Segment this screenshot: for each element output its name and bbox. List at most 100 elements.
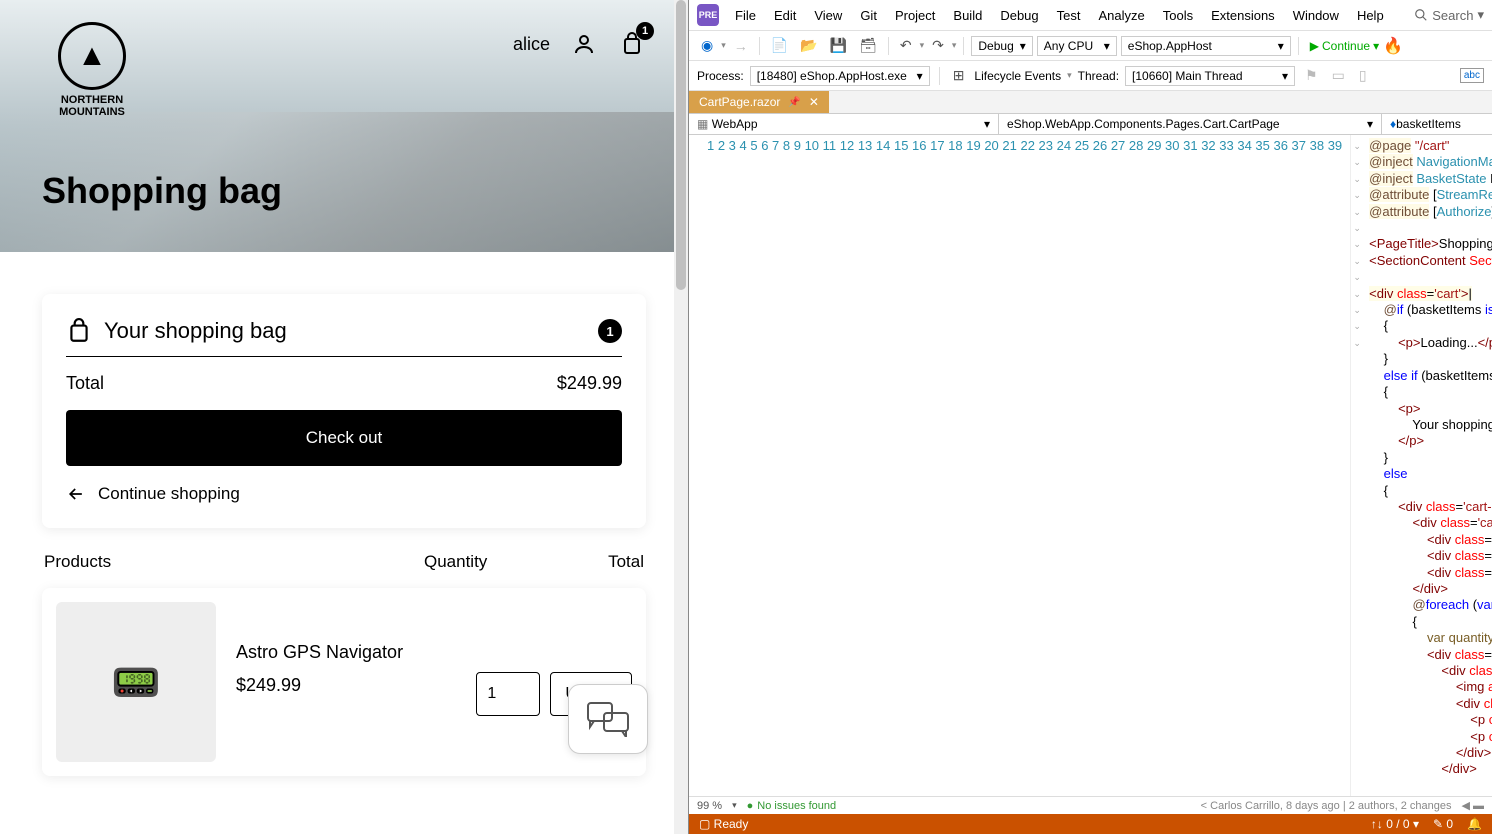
visual-studio-pane: PRE File Edit View Git Project Build Deb… xyxy=(688,0,1492,834)
continue-shopping-link[interactable]: Continue shopping xyxy=(66,484,622,504)
items-column-header: Products Quantity Total xyxy=(42,552,646,572)
editor-tab-bar: CartPage.razor 📌 ✕ xyxy=(689,91,1492,114)
issues-indicator[interactable]: ● No issues found xyxy=(747,800,837,812)
mountain-icon: ▲ xyxy=(58,22,126,90)
quantity-input[interactable] xyxy=(476,672,540,716)
col-quantity: Quantity xyxy=(424,552,564,572)
stack-icon[interactable]: ▭ xyxy=(1328,65,1349,86)
vs-status-bar: ▢ Ready ↑↓ 0 / 0 ▾ ✎ 0 🔔 xyxy=(689,814,1492,834)
scrollbar-thumb[interactable] xyxy=(676,0,686,290)
tab-label: CartPage.razor xyxy=(699,95,780,109)
account-icon[interactable] xyxy=(570,30,598,58)
pin-icon[interactable]: 📌 xyxy=(788,97,800,108)
menu-window[interactable]: Window xyxy=(1285,5,1347,26)
cart-count-badge: 1 xyxy=(636,22,654,40)
brand-text-1: NORTHERN xyxy=(61,94,123,106)
item-count-badge: 1 xyxy=(598,319,622,343)
line-number-gutter: 1 2 3 4 5 6 7 8 9 10 11 12 13 14 15 16 1… xyxy=(689,135,1351,796)
lifecycle-icon[interactable]: ⊞ xyxy=(949,65,969,86)
menu-project[interactable]: Project xyxy=(887,5,943,26)
process-label: Process: xyxy=(697,69,744,83)
search-label: Search xyxy=(1432,8,1473,23)
product-image: 📟 xyxy=(56,602,216,762)
close-tab-icon[interactable]: ✕ xyxy=(809,95,819,109)
editor-tab-cartpage[interactable]: CartPage.razor 📌 ✕ xyxy=(689,91,829,113)
vs-toolbar-main: ◉▾ → 📄 📂 💾 🗃 ↶▾ ↷▾ Debug▾ Any CPU▾ eShop… xyxy=(689,31,1492,61)
startup-dropdown[interactable]: eShop.AppHost▾ xyxy=(1121,36,1291,56)
menu-tools[interactable]: Tools xyxy=(1155,5,1201,26)
menu-help[interactable]: Help xyxy=(1349,5,1392,26)
save-button[interactable]: 💾 xyxy=(826,35,851,56)
cart-icon[interactable]: 1 xyxy=(618,30,646,58)
redo-button[interactable]: ↷ xyxy=(928,35,948,56)
hot-reload-icon[interactable]: 🔥 xyxy=(1383,36,1403,56)
thread-dropdown[interactable]: [10660] Main Thread▾ xyxy=(1125,66,1295,86)
menu-analyze[interactable]: Analyze xyxy=(1090,5,1152,26)
menu-build[interactable]: Build xyxy=(945,5,990,26)
flag-icon[interactable]: ⚑ xyxy=(1301,65,1322,86)
col-products: Products xyxy=(44,552,424,572)
scrollbar-track[interactable] xyxy=(674,0,688,834)
chat-widget-button[interactable] xyxy=(568,684,648,754)
menu-edit[interactable]: Edit xyxy=(766,5,804,26)
bag-icon xyxy=(66,318,92,344)
status-nav[interactable]: ↑↓ 0 / 0 ▾ xyxy=(1371,817,1419,831)
navigation-bar: ▦ WebApp▾ eShop.WebApp.Components.Pages.… xyxy=(689,114,1492,135)
abc-button[interactable]: abc xyxy=(1460,68,1484,83)
col-total: Total xyxy=(564,552,644,572)
card-heading: Your shopping bag xyxy=(104,318,287,344)
frame-icon[interactable]: ▯ xyxy=(1355,65,1371,86)
forward-button[interactable]: → xyxy=(730,36,752,56)
menu-extensions[interactable]: Extensions xyxy=(1203,5,1283,26)
code-area[interactable]: @page "/cart" @inject NavigationManager … xyxy=(1363,135,1492,796)
blame-info[interactable]: < Carlos Carrillo, 8 days ago | 2 author… xyxy=(1201,800,1452,812)
undo-button[interactable]: ↶ xyxy=(896,35,916,56)
menu-test[interactable]: Test xyxy=(1049,5,1089,26)
product-price: $249.99 xyxy=(236,675,456,696)
page-title: Shopping bag xyxy=(42,170,282,212)
menu-view[interactable]: View xyxy=(806,5,850,26)
product-name: Astro GPS Navigator xyxy=(236,642,456,663)
thread-label: Thread: xyxy=(1078,69,1119,83)
new-button[interactable]: 📄 xyxy=(767,35,792,56)
config-dropdown[interactable]: Debug▾ xyxy=(971,36,1032,56)
total-value: $249.99 xyxy=(557,373,622,394)
header-actions: alice 1 xyxy=(513,30,646,58)
brand-logo[interactable]: ▲ NORTHERN MOUNTAINS xyxy=(42,20,142,120)
editor-status-line: 99 %▾ ● No issues found < Carlos Carrill… xyxy=(689,796,1492,814)
brand-text-2: MOUNTAINS xyxy=(59,106,125,118)
status-errors[interactable]: ✎ 0 xyxy=(1433,817,1453,831)
cart-item-row: 📟 Astro GPS Navigator $249.99 Update xyxy=(42,588,646,776)
nav-class-dropdown[interactable]: eShop.WebApp.Components.Pages.Cart.CartP… xyxy=(999,114,1382,134)
save-all-button[interactable]: 🗃 xyxy=(855,35,881,56)
back-button[interactable]: ◉ xyxy=(697,35,717,56)
code-editor[interactable]: 1 2 3 4 5 6 7 8 9 10 11 12 13 14 15 16 1… xyxy=(689,135,1492,796)
lifecycle-label[interactable]: Lifecycle Events xyxy=(974,69,1061,83)
menu-file[interactable]: File xyxy=(727,5,764,26)
process-dropdown[interactable]: [18480] eShop.AppHost.exe▾ xyxy=(750,66,930,86)
vs-menu-bar: PRE File Edit View Git Project Build Deb… xyxy=(689,0,1492,31)
vs-logo-icon[interactable]: PRE xyxy=(697,4,719,26)
nav-project-dropdown[interactable]: ▦ WebApp▾ xyxy=(689,114,999,134)
vs-toolbar-debug: Process: [18480] eShop.AppHost.exe▾ ⊞ Li… xyxy=(689,61,1492,91)
status-bell-icon[interactable]: 🔔 xyxy=(1467,817,1482,831)
menu-debug[interactable]: Debug xyxy=(992,5,1046,26)
checkout-button[interactable]: Check out xyxy=(66,410,622,466)
nav-member-dropdown[interactable]: ♦basketItems xyxy=(1382,114,1492,134)
fold-gutter[interactable]: ⌄ ⌄ ⌄ ⌄ ⌄ ⌄ ⌄ ⌄ ⌄ ⌄ ⌄ ⌄ ⌄ xyxy=(1351,135,1363,796)
zoom-level[interactable]: 99 % xyxy=(697,800,722,812)
platform-dropdown[interactable]: Any CPU▾ xyxy=(1037,36,1117,56)
search-box[interactable]: Search▾ xyxy=(1414,7,1484,23)
web-app-pane: ▲ NORTHERN MOUNTAINS alice 1 Shopping ba… xyxy=(0,0,688,834)
status-ready: ▢ Ready xyxy=(699,817,748,831)
summary-card: Your shopping bag 1 Total $249.99 Check … xyxy=(42,294,646,528)
continue-button[interactable]: ▶ Continue ▾ xyxy=(1310,39,1379,53)
total-row: Total $249.99 xyxy=(66,373,622,394)
continue-label: Continue shopping xyxy=(98,484,240,504)
username-label: alice xyxy=(513,34,550,55)
open-button[interactable]: 📂 xyxy=(796,35,821,56)
total-label: Total xyxy=(66,373,104,394)
menu-git[interactable]: Git xyxy=(852,5,885,26)
chat-icon xyxy=(586,701,630,737)
arrow-left-icon xyxy=(66,484,86,504)
